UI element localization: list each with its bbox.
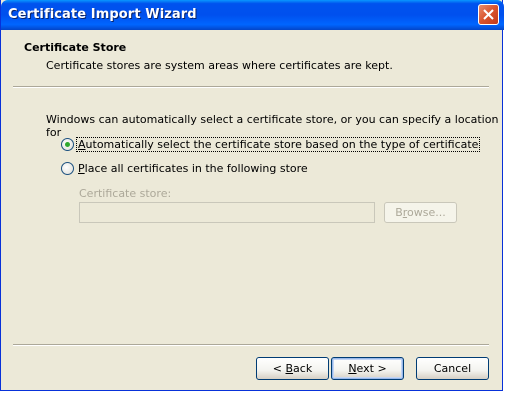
title-bar[interactable]: Certificate Import Wizard [1, 0, 504, 30]
certificate-store-label: Certificate store: [79, 187, 172, 200]
back-button[interactable]: < Back [256, 357, 329, 380]
close-icon [483, 9, 494, 20]
option-auto-select[interactable]: Automatically select the certificate sto… [61, 136, 481, 152]
intro-text: Windows can automatically select a certi… [46, 113, 499, 139]
close-button[interactable] [478, 4, 499, 25]
option-place-all-label[interactable]: Place all certificates in the following … [77, 162, 309, 175]
footer-divider [13, 344, 489, 346]
radio-auto-select[interactable] [61, 137, 74, 151]
header-divider [13, 86, 489, 88]
radio-place-all[interactable] [61, 161, 74, 175]
option-place-all[interactable]: Place all certificates in the following … [61, 161, 309, 175]
certificate-store-field[interactable] [79, 202, 375, 223]
cancel-button[interactable]: Cancel [416, 357, 489, 380]
option-auto-select-label[interactable]: Automatically select the certificate sto… [75, 136, 481, 152]
page-description: Certificate stores are system areas wher… [46, 59, 393, 72]
window-title: Certificate Import Wizard [8, 7, 197, 22]
page-title: Certificate Store [24, 41, 127, 54]
next-button[interactable]: Next > [331, 357, 404, 380]
browse-button[interactable]: Browse... [384, 202, 457, 223]
